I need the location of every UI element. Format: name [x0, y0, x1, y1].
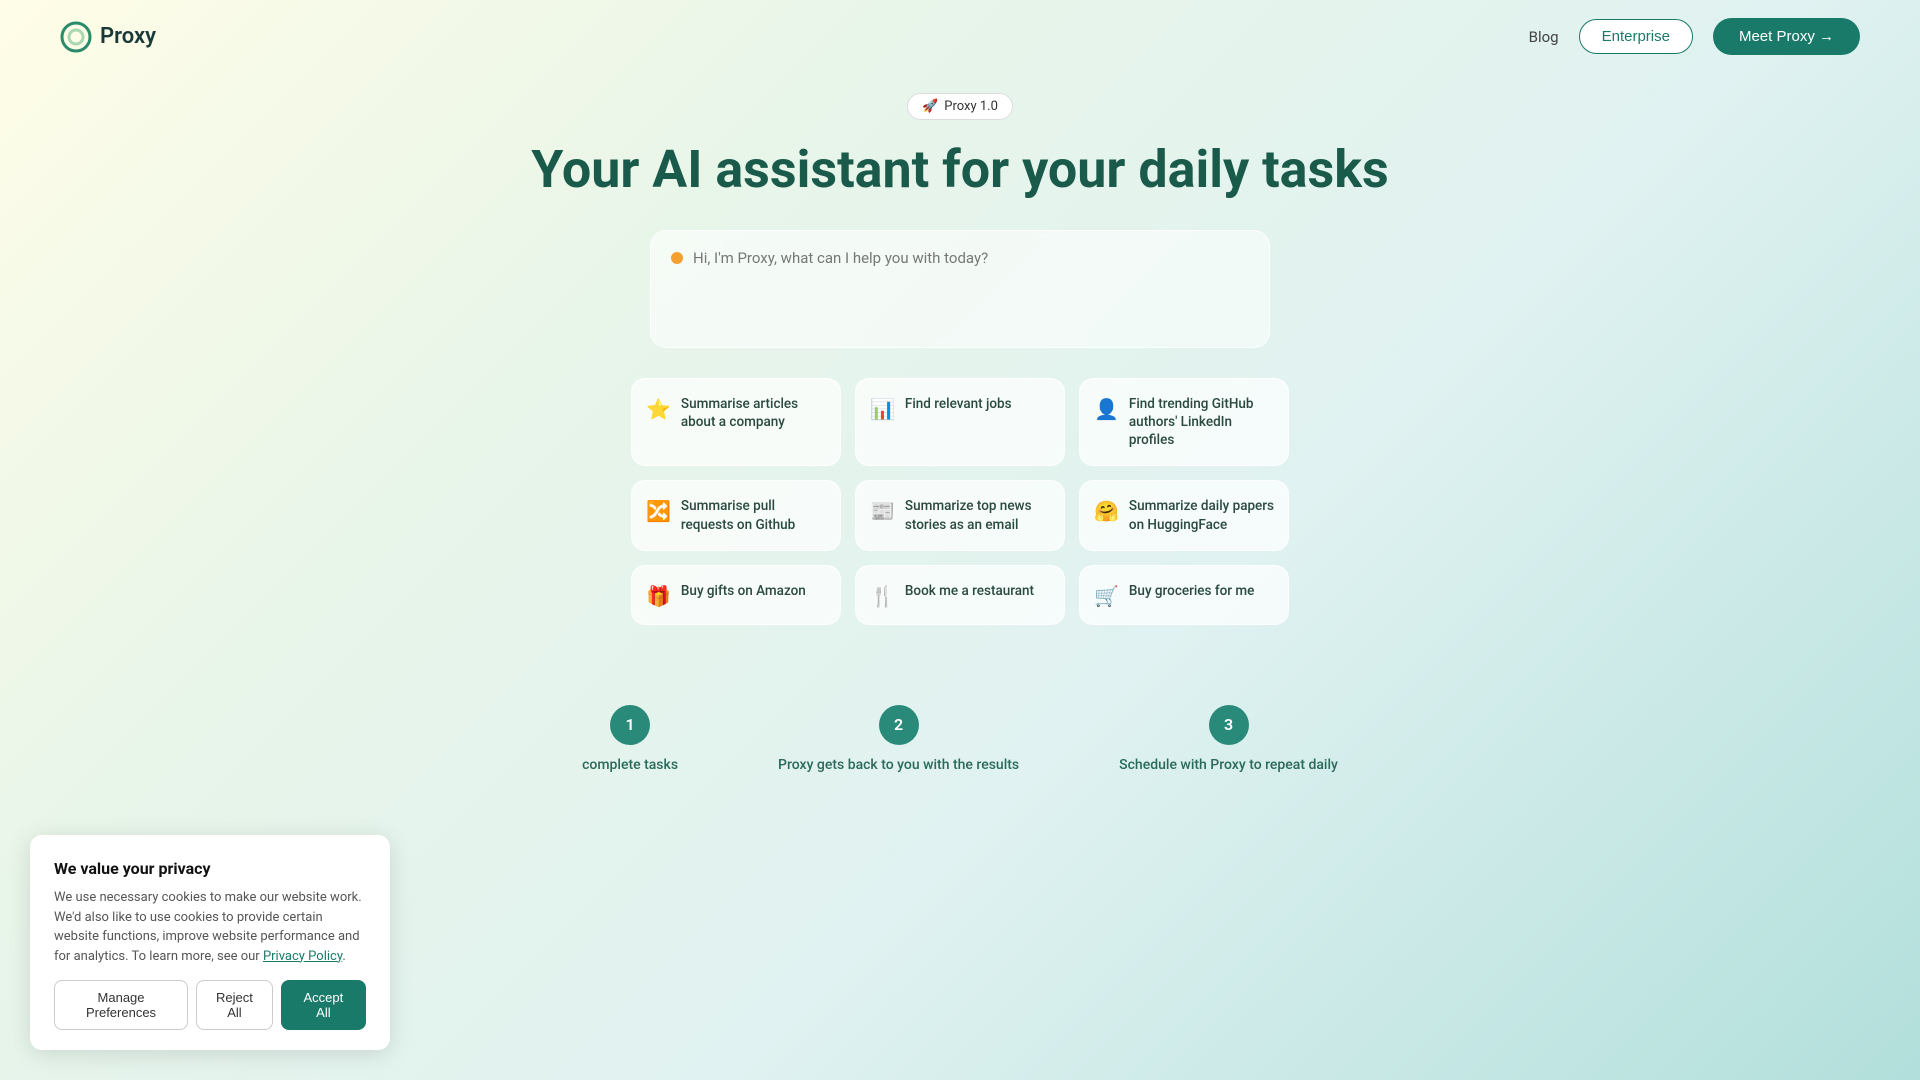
accept-all-button[interactable]: Accept All: [281, 980, 366, 1030]
step-1-label: complete tasks: [582, 757, 678, 773]
step-2-label: Proxy gets back to you with the results: [778, 757, 1019, 773]
suggestion-card-2[interactable]: 📊 Find relevant jobs: [855, 378, 1065, 467]
privacy-banner: We value your privacy We use necessary c…: [30, 835, 390, 1050]
cart-icon: 🛒: [1094, 584, 1119, 608]
meet-proxy-button[interactable]: Meet Proxy →: [1713, 18, 1860, 55]
gift-icon: 🎁: [646, 584, 671, 608]
suggestion-cards-grid: ⭐ Summarise articles about a company 📊 Find…: [610, 378, 1310, 625]
suggestion-card-9[interactable]: 🛒 Buy groceries for me: [1079, 565, 1289, 625]
nav-right: Blog Enterprise Meet Proxy →: [1529, 18, 1860, 55]
chat-placeholder: Hi, I'm Proxy, what can I help you with …: [671, 249, 1249, 267]
reject-all-button[interactable]: Reject All: [196, 980, 273, 1030]
privacy-title: We value your privacy: [54, 859, 366, 878]
card-text-1: Summarise articles about a company: [681, 395, 826, 431]
privacy-buttons: Manage Preferences Reject All Accept All: [54, 980, 366, 1030]
card-text-7: Buy gifts on Amazon: [681, 582, 806, 600]
card-text-5: Summarize top news stories as an email: [905, 497, 1050, 533]
badge-label: Proxy 1.0: [944, 99, 998, 114]
logo-icon: [60, 21, 92, 53]
restaurant-icon: 🍴: [870, 584, 895, 608]
suggestion-card-8[interactable]: 🍴 Book me a restaurant: [855, 565, 1065, 625]
hero-headline: Your AI assistant for your daily tasks: [20, 140, 1900, 200]
manage-preferences-button[interactable]: Manage Preferences: [54, 980, 188, 1030]
card-text-2: Find relevant jobs: [905, 395, 1012, 413]
newspaper-icon: 📰: [870, 499, 895, 523]
step-3-number: 3: [1209, 705, 1249, 745]
star-icon: ⭐: [646, 397, 671, 421]
suggestion-card-3[interactable]: 👤 Find trending GitHub authors' LinkedIn …: [1079, 378, 1289, 467]
step-3-label: Schedule with Proxy to repeat daily: [1119, 757, 1338, 773]
step-2-number: 2: [879, 705, 919, 745]
user-search-icon: 👤: [1094, 397, 1119, 421]
enterprise-button[interactable]: Enterprise: [1579, 19, 1693, 54]
suggestion-card-1[interactable]: ⭐ Summarise articles about a company: [631, 378, 841, 467]
suggestion-card-6[interactable]: 🤗 Summarize daily papers on HuggingFace: [1079, 480, 1289, 550]
card-text-9: Buy groceries for me: [1129, 582, 1254, 600]
bar-chart-icon: 📊: [870, 397, 895, 421]
badge-emoji: 🚀: [922, 99, 938, 114]
placeholder-text: Hi, I'm Proxy, what can I help you with …: [693, 249, 988, 267]
step-1: 1 complete tasks: [582, 705, 678, 773]
hugging-face-icon: 🤗: [1094, 499, 1119, 523]
card-text-6: Summarize daily papers on HuggingFace: [1129, 497, 1274, 533]
suggestion-card-5[interactable]: 📰 Summarize top news stories as an email: [855, 480, 1065, 550]
step-3: 3 Schedule with Proxy to repeat daily: [1119, 705, 1338, 773]
suggestion-card-4[interactable]: 🔀 Summarise pull requests on Github: [631, 480, 841, 550]
card-text-4: Summarise pull requests on Github: [681, 497, 826, 533]
logo[interactable]: Proxy: [60, 21, 156, 53]
version-badge: 🚀 Proxy 1.0: [907, 93, 1013, 120]
chat-input-area[interactable]: Hi, I'm Proxy, what can I help you with …: [650, 230, 1270, 348]
logo-text: Proxy: [100, 24, 156, 49]
hero-section: 🚀 Proxy 1.0 Your AI assistant for your d…: [0, 73, 1920, 675]
card-text-3: Find trending GitHub authors' LinkedIn p…: [1129, 395, 1274, 450]
card-text-8: Book me a restaurant: [905, 582, 1034, 600]
blog-link[interactable]: Blog: [1529, 28, 1559, 46]
privacy-body: We use necessary cookies to make our web…: [54, 888, 366, 966]
step-1-number: 1: [610, 705, 650, 745]
step-2: 2 Proxy gets back to you with the result…: [778, 705, 1019, 773]
privacy-policy-link[interactable]: Privacy Policy: [263, 949, 342, 964]
git-merge-icon: 🔀: [646, 499, 671, 523]
status-dot: [671, 252, 683, 264]
suggestion-card-7[interactable]: 🎁 Buy gifts on Amazon: [631, 565, 841, 625]
steps-section: 1 complete tasks 2 Proxy gets back to yo…: [0, 685, 1920, 793]
